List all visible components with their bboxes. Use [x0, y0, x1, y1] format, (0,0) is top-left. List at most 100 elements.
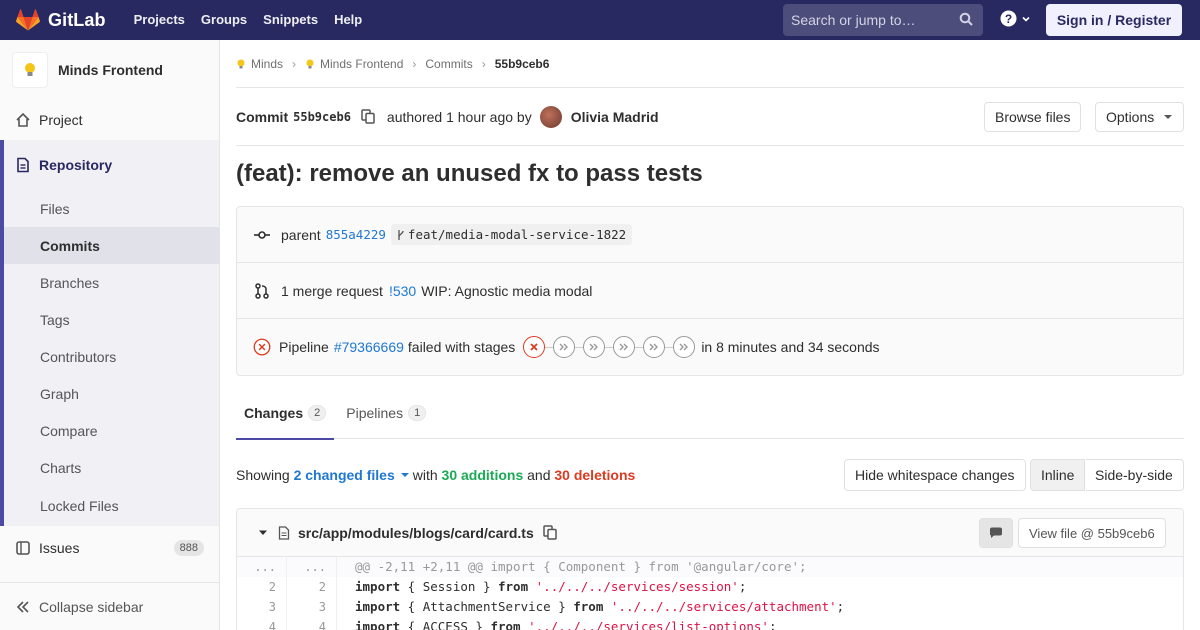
stage-failed-icon[interactable] [523, 336, 546, 358]
diff-line: 4 4 import { ACCESS } from '../../../ser… [237, 617, 1183, 630]
pipeline-link[interactable]: #79366669 [334, 339, 404, 355]
side-by-side-view-button[interactable]: Side-by-side [1086, 459, 1184, 491]
nav-groups[interactable]: Groups [193, 0, 255, 40]
summary-and-text: and [527, 467, 551, 483]
branch-ref[interactable]: feat/media-modal-service-1822 [390, 224, 633, 245]
commit-title: (feat): remove an unused fx to pass test… [236, 160, 703, 187]
collapse-sidebar-button[interactable]: Collapse sidebar [0, 582, 219, 630]
code-plain: { AttachmentService } [400, 599, 574, 614]
pipeline-row: Pipeline #79366669 failed with stages in… [237, 319, 1183, 375]
stage-skipped-icon[interactable] [673, 336, 696, 358]
sidebar-item-files[interactable]: Files [0, 190, 219, 227]
project-name: Minds Frontend [58, 62, 163, 78]
stage-connector [635, 346, 644, 348]
diff-file-path[interactable]: src/app/modules/blogs/card/card.ts [298, 525, 534, 541]
old-line-number[interactable]: 4 [237, 617, 287, 630]
sign-in-button[interactable]: Sign in / Register [1046, 4, 1182, 36]
diff-summary: Showing 2 changed files with 30 addition… [236, 460, 635, 490]
new-line-number[interactable]: 4 [287, 617, 337, 630]
merge-request-count: 1 merge request [281, 282, 383, 299]
copy-sha-button[interactable] [361, 109, 375, 124]
double-chevron-left-icon [16, 600, 29, 613]
breadcrumb-commits[interactable]: Commits [425, 57, 472, 71]
issues-count-badge: 888 [173, 540, 204, 556]
top-navbar: GitLab Projects Groups Snippets Help Sea… [0, 0, 1200, 40]
view-file-label: View file @ 55b9ceb6 [1029, 525, 1155, 541]
merge-request-icon [253, 282, 271, 299]
toggle-comments-button[interactable] [979, 518, 1013, 548]
help-dropdown[interactable]: ? [1000, 10, 1031, 27]
sidebar-item-charts[interactable]: Charts [0, 449, 219, 486]
sidebar-item-branches[interactable]: Branches [0, 264, 219, 301]
commit-info-box: parent 855a4229 feat/media-modal-service… [236, 206, 1184, 376]
hide-whitespace-button[interactable]: Hide whitespace changes [844, 459, 1026, 491]
pipeline-stages [523, 336, 696, 358]
collapse-sidebar-label: Collapse sidebar [39, 598, 144, 615]
merge-request-link[interactable]: !530 [389, 283, 416, 299]
sidebar-item-compare[interactable]: Compare [0, 412, 219, 449]
author-name[interactable]: Olivia Madrid [571, 109, 659, 125]
stage-skipped-icon[interactable] [553, 336, 576, 358]
nav-help[interactable]: Help [326, 0, 370, 40]
sidebar-project-header[interactable]: Minds Frontend [0, 40, 219, 100]
stage-skipped-icon[interactable] [643, 336, 666, 358]
breadcrumb-minds-frontend[interactable]: Minds Frontend [305, 57, 403, 71]
stage-connector [665, 346, 674, 348]
additions-count: 30 additions [441, 467, 524, 483]
sidebar-item-label: Project [39, 112, 83, 128]
branch-name: feat/media-modal-service-1822 [407, 227, 627, 242]
collapse-file-toggle-icon[interactable] [257, 529, 269, 537]
new-line-number: ... [287, 557, 337, 577]
gitlab-logo[interactable]: GitLab [16, 0, 106, 40]
changed-files-dropdown[interactable]: 2 changed files [294, 467, 413, 483]
nav-snippets[interactable]: Snippets [255, 0, 326, 40]
file-icon [278, 525, 290, 540]
caret-down-icon [1164, 115, 1173, 119]
sidebar-item-commits[interactable]: Commits [0, 227, 219, 264]
new-line-number[interactable]: 2 [287, 577, 337, 597]
tab-pipelines[interactable]: Pipelines 1 [338, 386, 434, 439]
breadcrumb-label: Minds Frontend [320, 56, 404, 71]
merge-request-title: WIP: Agnostic media modal [421, 282, 593, 299]
stage-skipped-icon[interactable] [583, 336, 606, 358]
sidebar-item-project[interactable]: Project [0, 100, 219, 140]
search-placeholder: Search or jump to… [791, 12, 916, 28]
search-input[interactable]: Search or jump to… [783, 4, 983, 36]
sidebar-item-locked-files[interactable]: Locked Files [0, 486, 219, 526]
stage-skipped-icon[interactable] [613, 336, 636, 358]
old-line-number[interactable]: 3 [237, 597, 287, 617]
code-keyword: from [490, 619, 521, 630]
sidebar: Minds Frontend Project Repository Files … [0, 40, 220, 630]
active-indicator [0, 140, 4, 526]
diff-line: 3 3 import { AttachmentService } from '.… [237, 597, 1183, 617]
sidebar-item-tags[interactable]: Tags [0, 301, 219, 338]
sidebar-item-label: Repository [39, 157, 113, 173]
breadcrumb-minds[interactable]: Minds [236, 57, 283, 71]
question-icon: ? [1000, 10, 1017, 27]
stage-connector [605, 346, 614, 348]
sidebar-repository-section: Repository Files Commits Branches Tags C… [0, 140, 219, 526]
view-file-button[interactable]: View file @ 55b9ceb6 [1018, 518, 1166, 548]
sidebar-item-issues[interactable]: Issues 888 [0, 526, 219, 570]
browse-files-button[interactable]: Browse files [984, 102, 1082, 132]
sidebar-item-graph[interactable]: Graph [0, 375, 219, 412]
project-avatar [12, 52, 48, 88]
breadcrumb-current-commit[interactable]: 55b9ceb6 [495, 57, 550, 71]
pipeline-failed-icon[interactable] [253, 336, 271, 358]
parent-sha-link[interactable]: 855a4229 [326, 227, 386, 242]
new-line-number[interactable]: 3 [287, 597, 337, 617]
copy-file-path-button[interactable] [543, 525, 557, 540]
old-line-number[interactable]: 2 [237, 577, 287, 597]
breadcrumb-separator: › [481, 56, 486, 71]
code-keyword: import [355, 619, 401, 630]
nav-projects[interactable]: Projects [126, 0, 193, 40]
search-icon [959, 12, 973, 26]
code-plain: { ACCESS } [400, 619, 491, 630]
tab-changes[interactable]: Changes 2 [236, 386, 335, 440]
code-keyword: import [355, 599, 401, 614]
sidebar-item-repository[interactable]: Repository [0, 140, 219, 190]
options-dropdown[interactable]: Options [1095, 102, 1184, 132]
author-avatar[interactable] [539, 105, 562, 128]
inline-view-button[interactable]: Inline [1030, 459, 1086, 491]
sidebar-item-contributors[interactable]: Contributors [0, 338, 219, 375]
